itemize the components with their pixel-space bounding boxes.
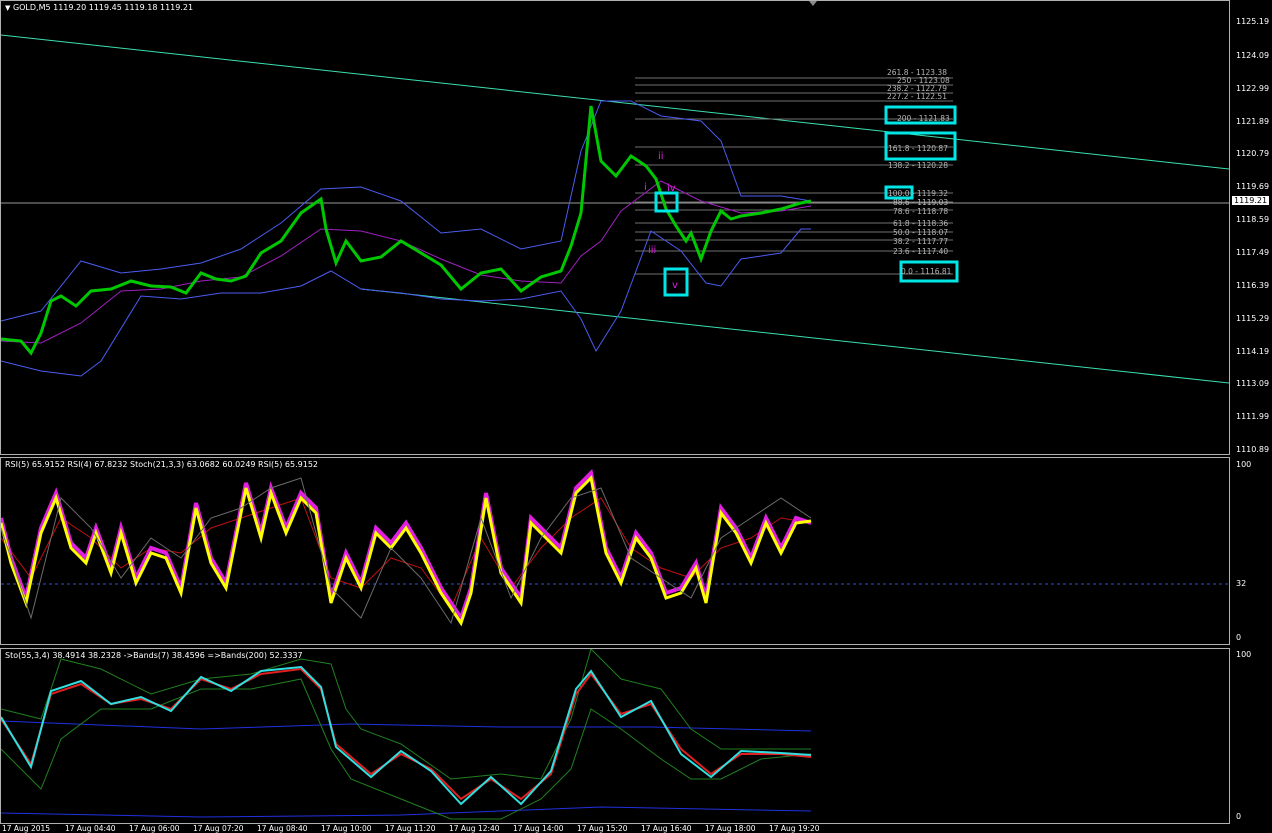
sto-signal-line <box>1 667 812 801</box>
price-chart-pane[interactable]: 261.8 - 1123.38 250 - 1123.08 238.2 - 11… <box>0 0 1230 455</box>
scale-label: 100 <box>1236 650 1252 659</box>
scale-label: 100 <box>1236 460 1252 469</box>
fib-label: 50.0 - 1118.07 <box>893 228 948 237</box>
wave-label: iii <box>648 245 656 256</box>
rsi-signal-line <box>1 497 812 609</box>
bands200-lower <box>1 806 812 818</box>
rsi-main-line <box>1 474 812 627</box>
rsi-pane[interactable]: RSI(5) 65.9152 RSI(4) 67.8232 Stoch(21,3… <box>0 457 1230 645</box>
sto-main-line <box>1 665 812 806</box>
rsi-shadow-line <box>1 468 812 623</box>
dropdown-triangle-icon[interactable]: ▼ <box>5 4 10 12</box>
scale-label: 1121.89 <box>1236 117 1270 126</box>
wave-label: ii <box>658 151 664 162</box>
scale-label: 1117.49 <box>1236 248 1270 257</box>
scale-label: 32 <box>1236 579 1247 588</box>
fib-label: 227.2 - 1122.51 <box>887 92 947 101</box>
scale-label: 1115.29 <box>1236 314 1270 323</box>
fib-label: 61.8 - 1118.36 <box>893 219 948 228</box>
price-scale: 1125.19 1124.09 1122.99 1121.89 1120.79 … <box>1230 0 1272 455</box>
rsi-canvas <box>1 468 1229 627</box>
fib-label: 0.0 - 1116.81 <box>901 267 952 276</box>
stochastic-header: Sto(55,3,4) 38.4914 38.2328 ->Bands(7) 3… <box>5 651 303 660</box>
scale-label: 1124.09 <box>1236 51 1270 60</box>
scale-label: 1119.69 <box>1236 182 1270 191</box>
scale-label: 1120.79 <box>1236 149 1270 158</box>
scroll-marker-icon[interactable] <box>809 1 817 6</box>
upper-trendline <box>1 34 1229 170</box>
scale-label: 1113.09 <box>1236 379 1270 388</box>
fib-label: 38.2 - 1117.77 <box>893 237 948 246</box>
fib-label: 88.6 - 1119.03 <box>893 198 948 207</box>
wave-label: i <box>644 182 647 193</box>
scale-label: 1116.39 <box>1236 281 1270 290</box>
bands7-envelope-lower <box>1 678 812 820</box>
stochastic-pane[interactable]: Sto(55,3,4) 38.4914 38.2328 ->Bands(7) 3… <box>0 648 1230 824</box>
scale-label: 0 <box>1236 812 1242 821</box>
scale-label: 1125.19 <box>1236 17 1270 26</box>
fib-label: 78.6 - 1118.78 <box>893 207 948 216</box>
fib-label: 138.2 - 1120.28 <box>888 161 948 170</box>
current-price-box: 1119.21 <box>1232 196 1270 205</box>
wave-label: v <box>672 280 678 291</box>
scale-label: 0 <box>1236 633 1242 642</box>
fib-label: 200 - 1121.83 <box>897 114 950 123</box>
fib-label: 161.8 - 1120.87 <box>888 144 948 153</box>
price-path <box>1 105 812 356</box>
time-axis: 17 Aug 2015 17 Aug 04:40 17 Aug 06:00 17… <box>0 824 1230 833</box>
rsi-header: RSI(5) 65.9152 RSI(4) 67.8232 Stoch(21,3… <box>5 460 319 469</box>
bollinger-upper <box>1 100 812 322</box>
scale-label: 1110.89 <box>1236 445 1270 454</box>
fib-label: 23.6 - 1117.40 <box>893 247 948 256</box>
scale-label: 1118.59 <box>1236 215 1270 224</box>
fib-label: 100.0 - 1119.32 <box>888 189 948 198</box>
lower-trendline <box>360 288 1229 384</box>
stoch-line <box>1 477 812 625</box>
stochastic-scale: 100 0 <box>1230 648 1272 824</box>
scale-label: 1111.99 <box>1236 412 1270 421</box>
stochastic-canvas <box>1 649 812 820</box>
symbol-header[interactable]: ▼ GOLD,M5 1119.20 1119.45 1119.18 1119.2… <box>5 3 193 12</box>
scale-label: 1114.19 <box>1236 347 1270 356</box>
rsi-scale: 100 32 0 <box>1230 457 1272 645</box>
wave-label: iv <box>667 183 676 194</box>
bands200-upper <box>1 720 812 732</box>
scale-label: 1122.99 <box>1236 84 1270 93</box>
price-chart-canvas: 261.8 - 1123.38 250 - 1123.08 238.2 - 11… <box>1 34 1229 384</box>
